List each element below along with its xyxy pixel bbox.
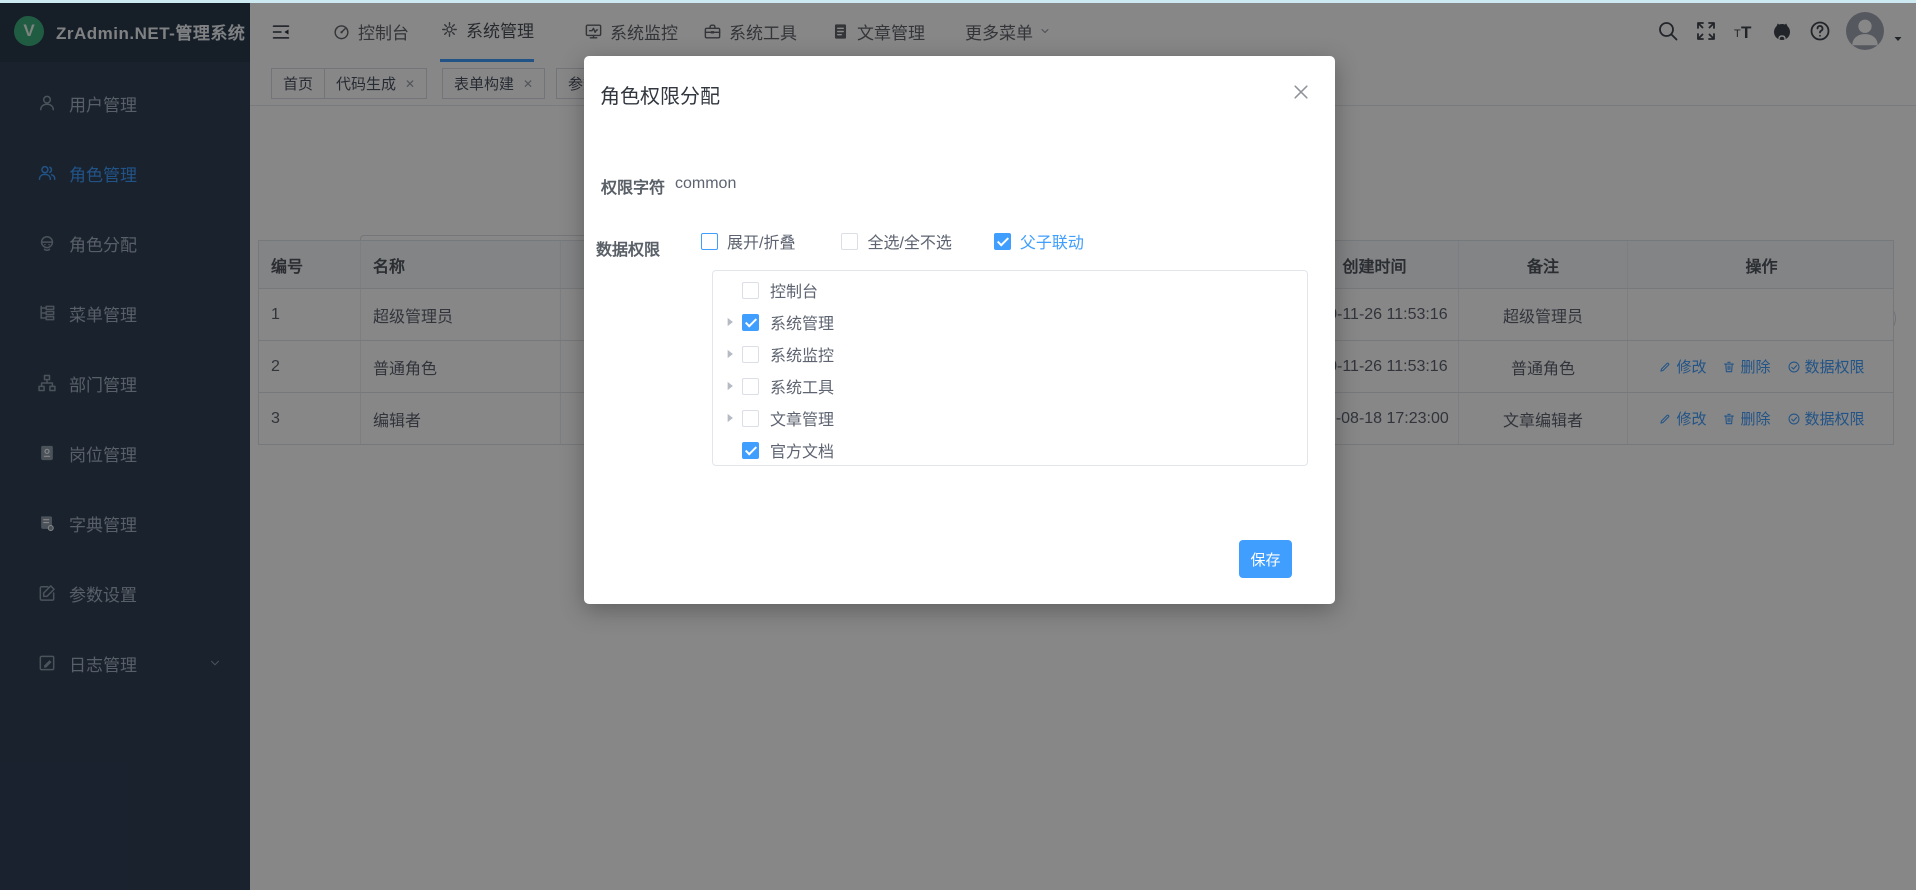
tree-node-label: 官方文档 (770, 438, 834, 462)
option-label: 全选/全不选 (867, 229, 951, 253)
checkbox-icon[interactable] (742, 282, 759, 299)
option-label: 展开/折叠 (727, 229, 795, 253)
role-permission-dialog: 角色权限分配 权限字符 common 数据权限 展开/折叠全选/全不选父子联动 … (584, 56, 1335, 604)
close-icon[interactable] (1291, 82, 1311, 102)
option-全选/全不选[interactable]: 全选/全不选 (841, 229, 951, 253)
data-scope-label: 数据权限 (596, 236, 660, 260)
tree-node-官方文档[interactable]: 官方文档 (713, 434, 1307, 466)
tree-node-label: 系统监控 (770, 342, 834, 366)
progress-bar (0, 0, 1916, 3)
tree-node-控制台[interactable]: 控制台 (713, 274, 1307, 306)
checkbox-icon[interactable] (994, 233, 1011, 250)
tree-node-label: 文章管理 (770, 406, 834, 430)
tree-node-label: 系统工具 (770, 374, 834, 398)
checkbox-icon[interactable] (742, 314, 759, 331)
caret-right-icon[interactable] (723, 347, 737, 361)
checkbox-icon[interactable] (841, 233, 858, 250)
checkbox-icon[interactable] (701, 233, 718, 250)
tree-node-文章管理[interactable]: 文章管理 (713, 402, 1307, 434)
option-label: 父子联动 (1020, 229, 1084, 253)
tree-node-label: 控制台 (770, 278, 818, 302)
checkbox-icon[interactable] (742, 442, 759, 459)
checkbox-icon[interactable] (742, 410, 759, 427)
dialog-title: 角色权限分配 (600, 80, 720, 109)
perm-char-label: 权限字符 (601, 174, 665, 198)
caret-right-icon[interactable] (723, 315, 737, 329)
tree-node-label: 系统管理 (770, 310, 834, 334)
menu-permission-tree: 控制台系统管理系统监控系统工具文章管理官方文档 (712, 270, 1308, 466)
tree-node-系统监控[interactable]: 系统监控 (713, 338, 1307, 370)
option-展开/折叠[interactable]: 展开/折叠 (701, 229, 795, 253)
option-父子联动[interactable]: 父子联动 (994, 229, 1084, 253)
tree-option-checkboxes: 展开/折叠 全选/全不选 父子联动 (701, 229, 1084, 253)
caret-right-icon[interactable] (723, 411, 737, 425)
tree-node-系统工具[interactable]: 系统工具 (713, 370, 1307, 402)
save-button[interactable]: 保存 (1239, 540, 1292, 578)
tree-node-系统管理[interactable]: 系统管理 (713, 306, 1307, 338)
checkbox-icon[interactable] (742, 378, 759, 395)
checkbox-icon[interactable] (742, 346, 759, 363)
app-window: V ZrAdmin.NET-管理系统 用户管理角色管理角色分配菜单管理部门管理岗… (0, 0, 1916, 890)
caret-right-icon[interactable] (723, 379, 737, 393)
perm-char-value: common (675, 175, 736, 193)
